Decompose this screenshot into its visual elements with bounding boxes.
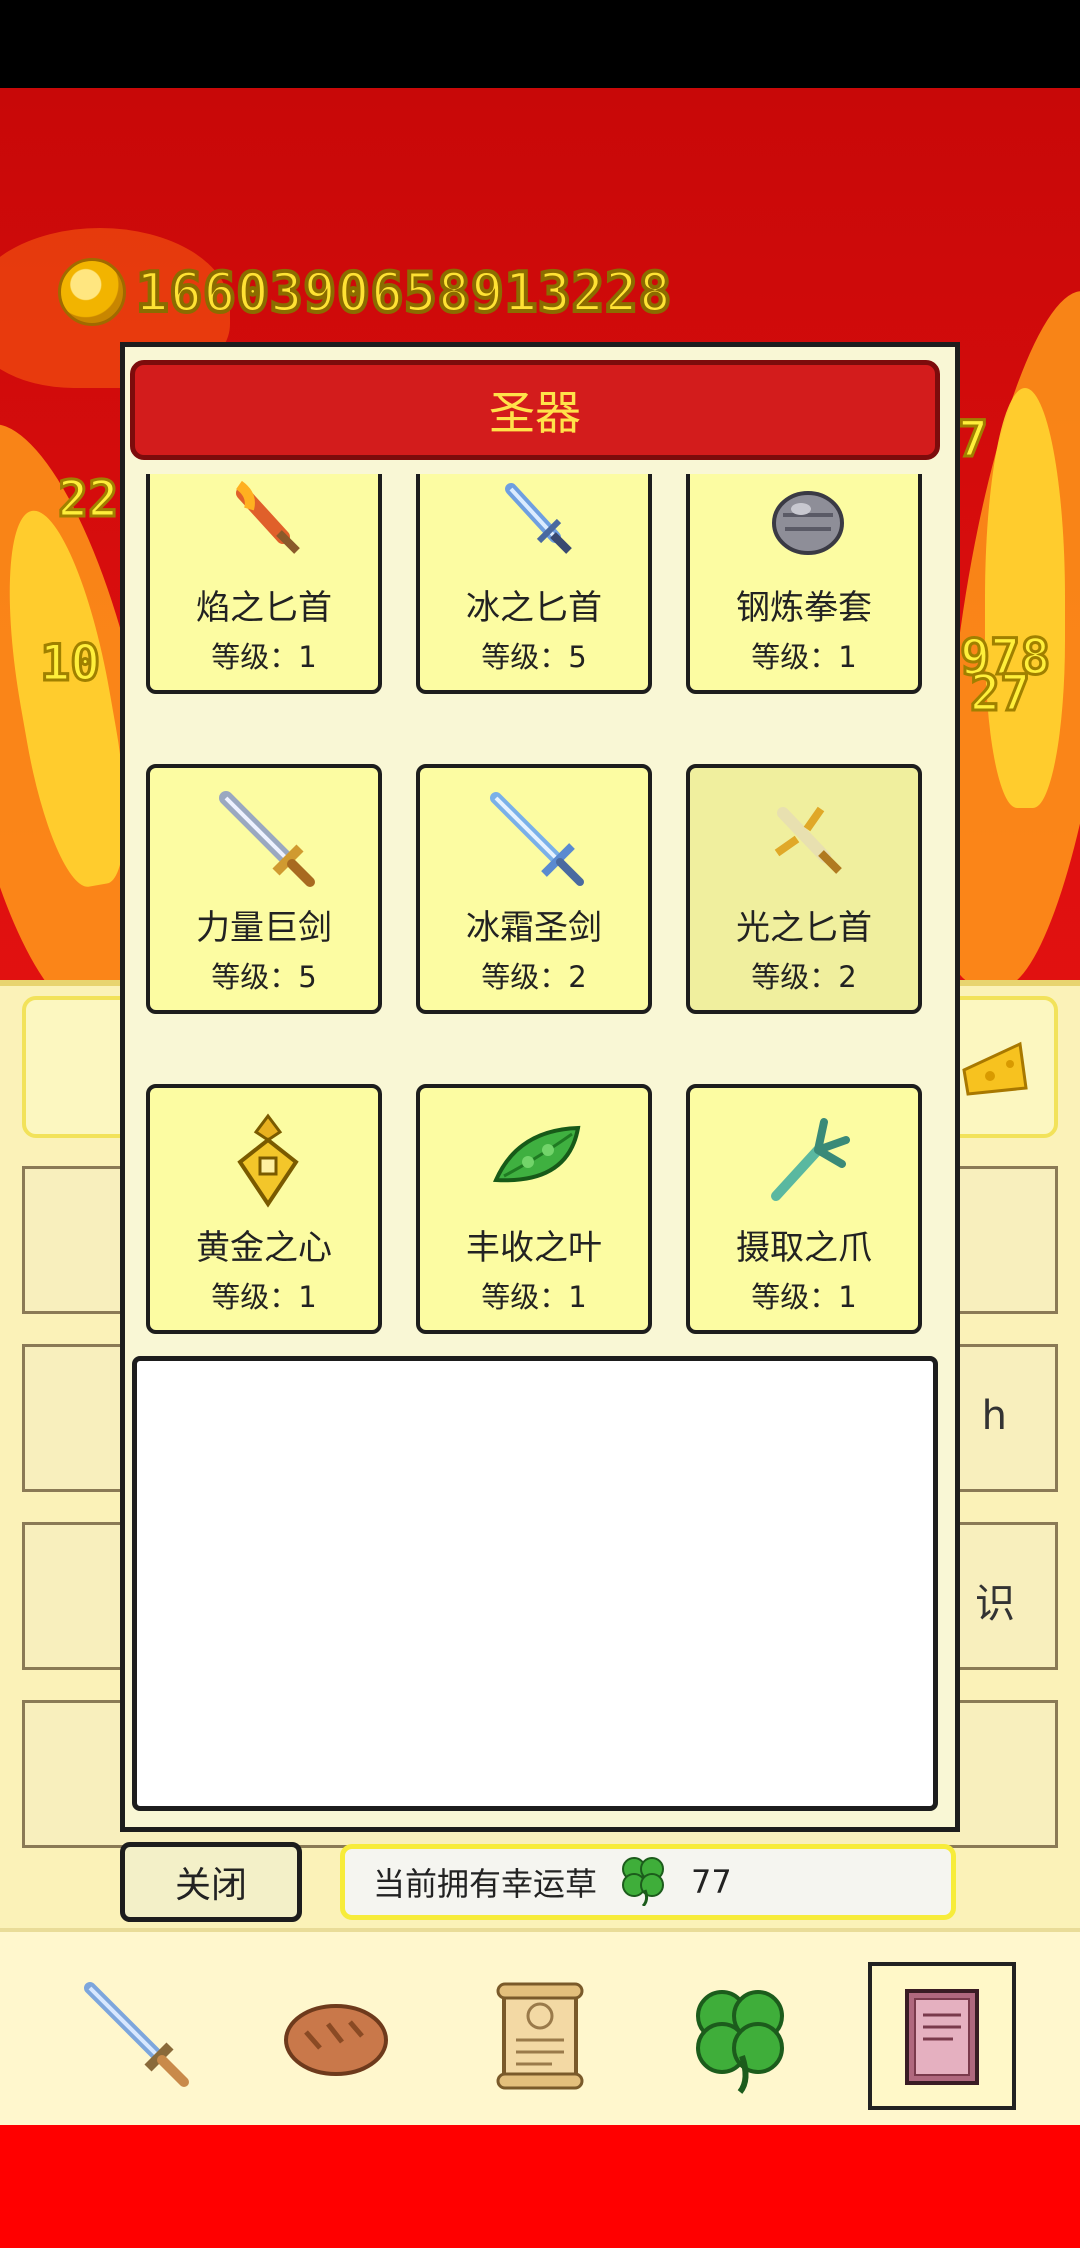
artifact-level: 等级：1	[211, 640, 317, 674]
scroll-icon	[496, 1982, 584, 2090]
artifact-level: 等级：1	[481, 1280, 587, 1314]
artifact-card[interactable]: 冰之匕首 等级：5	[416, 474, 652, 694]
artifact-name: 光之匕首	[736, 908, 872, 948]
status-bar	[0, 0, 1080, 88]
artifact-level: 等级：2	[751, 960, 857, 994]
artifact-card[interactable]: 黄金之心 等级：1	[146, 1084, 382, 1334]
artifact-name: 摄取之爪	[736, 1228, 872, 1268]
bread-icon	[284, 2004, 388, 2076]
artifact-level: 等级：5	[481, 640, 587, 674]
artifact-level: 等级：1	[751, 640, 857, 674]
gold-amount: 1660390658913228	[134, 259, 673, 326]
steel-gauntlet-icon	[758, 474, 858, 570]
gold-coin-icon	[58, 258, 126, 326]
bottom-tab-bar	[0, 1928, 1080, 2129]
artifact-card[interactable]: 力量巨剑 等级：5	[146, 764, 382, 1014]
artifact-level: 等级：1	[211, 1280, 317, 1314]
bottom-background	[0, 2125, 1080, 2248]
artifact-name: 钢炼拳套	[736, 588, 872, 628]
floating-damage-number: 7	[956, 409, 989, 470]
tab-clover[interactable]	[666, 1962, 814, 2110]
grab-claw-icon	[758, 1110, 858, 1210]
artifact-name: 冰之匕首	[466, 588, 602, 628]
tab-bread[interactable]	[262, 1962, 410, 2110]
artifact-name: 丰收之叶	[466, 1228, 602, 1268]
row-partial-text: 识	[975, 1581, 1015, 1627]
clover-icon	[696, 1990, 784, 2094]
book-icon	[905, 1989, 979, 2085]
artifact-card[interactable]: 钢炼拳套 等级：1	[686, 474, 922, 694]
floating-damage-number: 22	[56, 469, 119, 530]
artifact-card[interactable]: 冰霜圣剑 等级：2	[416, 764, 652, 1014]
artifact-card[interactable]: 焰之匕首 等级：1	[146, 474, 382, 694]
artifact-description-panel	[132, 1356, 938, 1811]
floating-damage-number: 10	[38, 633, 101, 694]
close-button[interactable]: 关闭	[120, 1842, 302, 1922]
tab-sword[interactable]	[64, 1962, 212, 2110]
gold-counter: 1660390658913228	[58, 256, 673, 328]
artifact-level: 等级：2	[481, 960, 587, 994]
artifact-level: 等级：5	[211, 960, 317, 994]
dialog-title: 圣器	[130, 360, 940, 460]
clover-counter: 当前拥有幸运草 77	[340, 1844, 956, 1920]
floating-damage-number: 27	[968, 663, 1031, 724]
artifact-level: 等级：1	[751, 1280, 857, 1314]
artifact-name: 冰霜圣剑	[466, 908, 602, 948]
artifact-grid[interactable]: 焰之匕首 等级：1 冰之匕首 等级：5 钢炼拳套 等级：1 力量巨剑 等级：5 …	[140, 474, 930, 1354]
row-partial-text: h	[981, 1393, 1007, 1439]
artifact-card-selected[interactable]: 光之匕首 等级：2	[686, 764, 922, 1014]
clover-label: 当前拥有幸运草	[373, 1865, 598, 1903]
artifact-card[interactable]: 摄取之爪 等级：1	[686, 1084, 922, 1334]
artifact-name: 焰之匕首	[196, 588, 332, 628]
artifact-name: 黄金之心	[196, 1228, 332, 1268]
clover-icon	[615, 1850, 671, 1914]
golden-heart-icon	[218, 1110, 318, 1210]
artifact-name: 力量巨剑	[196, 908, 332, 948]
flame-dagger-icon	[218, 474, 318, 570]
power-greatsword-icon	[218, 790, 318, 890]
harvest-leaf-icon	[488, 1110, 588, 1210]
sword-icon	[84, 1982, 189, 2087]
tab-scroll[interactable]	[466, 1962, 614, 2110]
tab-book[interactable]	[868, 1962, 1016, 2110]
light-dagger-icon	[758, 790, 858, 890]
frost-holy-sword-icon	[488, 790, 588, 890]
ice-dagger-icon	[488, 474, 588, 570]
cheese-icon	[960, 1030, 1030, 1104]
clover-count: 77	[691, 1863, 732, 1901]
artifact-card[interactable]: 丰收之叶 等级：1	[416, 1084, 652, 1334]
